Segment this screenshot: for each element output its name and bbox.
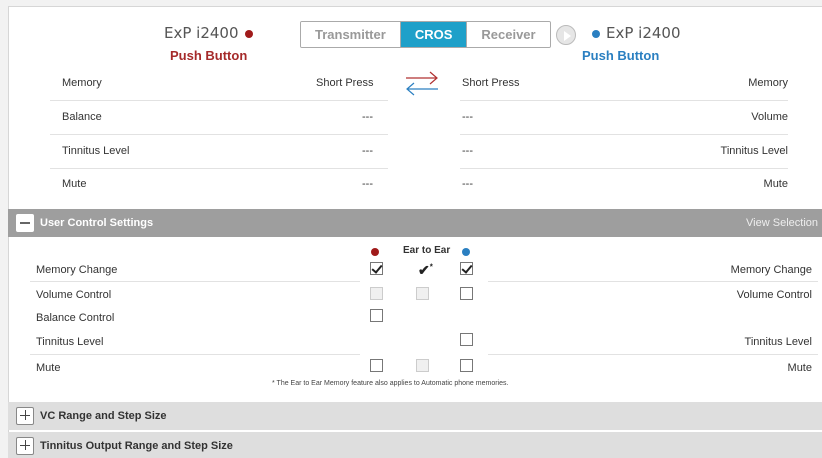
left-function-label: Memory (62, 77, 102, 89)
memory-change-label-left: Memory Change (36, 264, 118, 276)
play-icon[interactable] (556, 25, 576, 45)
section-title: Tinnitus Output Range and Step Size (40, 440, 233, 452)
left-function-label: Mute (62, 178, 87, 190)
table-row: Mute --- --- Mute (0, 168, 822, 201)
row-divider (488, 354, 818, 355)
ear-to-ear-header: Ear to Ear (403, 245, 451, 256)
left-press-value: --- (362, 111, 373, 123)
right-press-value: --- (462, 178, 473, 190)
row-divider (488, 281, 818, 282)
right-ear-dot-icon (462, 248, 470, 256)
left-volume-control-checkbox (370, 287, 383, 300)
left-device-label: ExP i2400 (164, 24, 239, 42)
left-function-label: Balance (62, 111, 102, 123)
right-volume-control-checkbox[interactable] (460, 287, 473, 300)
left-mute-checkbox[interactable] (370, 359, 383, 372)
row-divider (30, 354, 360, 355)
collapse-icon[interactable] (16, 214, 34, 232)
volume-control-label-right: Volume Control (736, 289, 812, 301)
tab-transmitter[interactable]: Transmitter (301, 22, 401, 47)
table-row: Memory Short Press Short Press Memory (0, 67, 822, 100)
left-ear-dot-icon (371, 248, 379, 256)
right-device-label: ExP i2400 (606, 24, 681, 42)
tinnitus-range-section-header[interactable]: Tinnitus Output Range and Step Size (8, 432, 822, 458)
ear-to-ear-footnote: * The Ear to Ear Memory feature also app… (272, 380, 509, 387)
left-ear-dot-icon (244, 29, 253, 38)
left-memory-change-checkbox[interactable] (370, 262, 383, 275)
ear-to-ear-volume-checkbox (416, 287, 429, 300)
left-press-value: --- (362, 178, 373, 190)
tinnitus-level-label-right: Tinnitus Level (744, 336, 812, 348)
tab-receiver[interactable]: Receiver (467, 22, 550, 47)
right-push-button-title: Push Button (582, 48, 660, 63)
expand-icon[interactable] (16, 437, 34, 455)
left-device-name: ExP i2400 (164, 24, 253, 42)
right-tinnitus-level-checkbox[interactable] (460, 333, 473, 346)
tab-cros[interactable]: CROS (400, 22, 468, 47)
right-press-value: --- (462, 145, 473, 157)
section-title: User Control Settings (40, 217, 154, 229)
mute-label-right: Mute (787, 362, 812, 374)
vc-range-section-header[interactable]: VC Range and Step Size (8, 402, 822, 430)
volume-control-label-left: Volume Control (36, 289, 112, 301)
tinnitus-level-label-left: Tinnitus Level (36, 336, 104, 348)
right-device-name: ExP i2400 (592, 24, 681, 42)
ear-to-ear-check-icon: ✔* (418, 262, 433, 278)
balance-control-label-left: Balance Control (36, 312, 115, 324)
right-function-label: Volume (751, 111, 788, 123)
section-title: VC Range and Step Size (40, 410, 167, 422)
right-ear-dot-icon (592, 29, 600, 38)
memory-change-label-right: Memory Change (730, 264, 812, 276)
mode-segmented-control: Transmitter CROS Receiver (300, 21, 551, 48)
ear-to-ear-mute-checkbox (416, 359, 429, 372)
right-memory-change-checkbox[interactable] (460, 262, 473, 275)
right-mute-checkbox[interactable] (460, 359, 473, 372)
user-control-settings-header[interactable]: User Control Settings View Selection (8, 209, 822, 237)
left-press-value: --- (362, 145, 373, 157)
right-function-label: Mute (763, 178, 788, 190)
right-press-value: --- (462, 111, 473, 123)
right-function-label: Memory (748, 77, 788, 89)
left-function-label: Tinnitus Level (62, 145, 130, 157)
left-balance-control-checkbox[interactable] (370, 309, 383, 322)
expand-icon[interactable] (16, 407, 34, 425)
table-row: Balance --- --- Volume (0, 101, 822, 134)
row-divider (30, 281, 360, 282)
mute-label-left: Mute (36, 362, 61, 374)
view-selection-link[interactable]: View Selection (746, 209, 818, 237)
left-press-value: Short Press (316, 77, 374, 89)
right-press-value: Short Press (462, 77, 520, 89)
table-row: Tinnitus Level --- --- Tinnitus Level (0, 135, 822, 168)
right-function-label: Tinnitus Level (720, 145, 788, 157)
left-push-button-title: Push Button (170, 48, 248, 63)
